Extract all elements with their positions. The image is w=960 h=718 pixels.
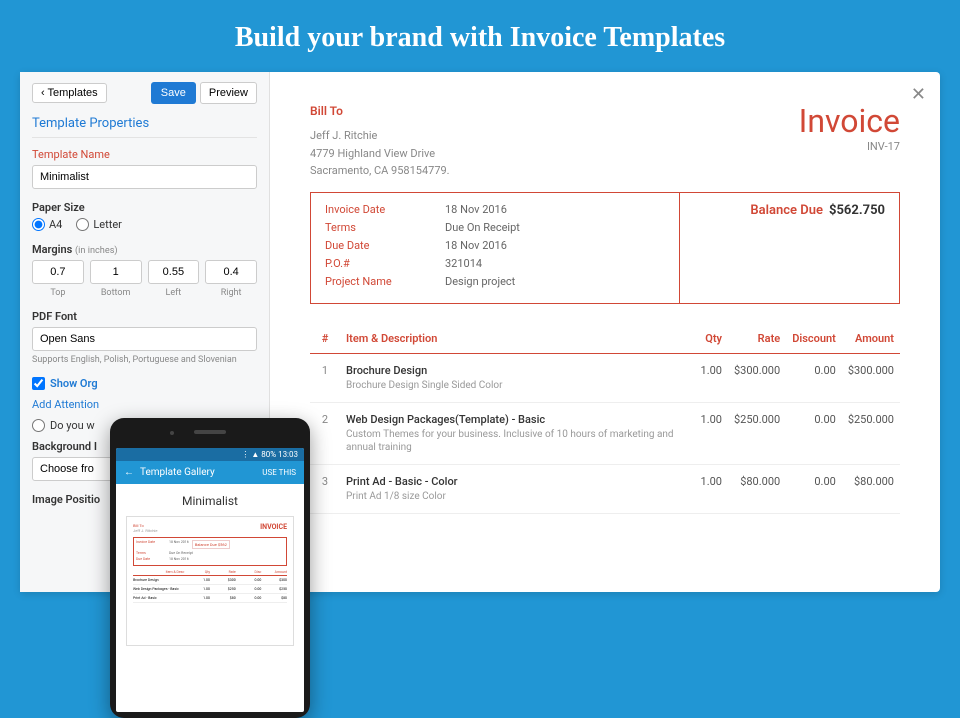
- template-name-input[interactable]: [32, 165, 257, 189]
- table-row: 1 Brochure DesignBrochure Design Single …: [310, 353, 900, 402]
- preview-button[interactable]: Preview: [200, 82, 257, 104]
- paper-a4-radio[interactable]: [32, 218, 45, 231]
- phone-invoice-thumb[interactable]: Bill ToJeff J. Ritchie INVOICE Invoice D…: [126, 516, 294, 646]
- pdf-font-helper: Supports English, Polish, Portuguese and…: [32, 355, 257, 367]
- phone-app-bar: ← Template Gallery USE THIS: [116, 461, 304, 484]
- bill-to-block: Bill To Jeff J. Ritchie 4779 Highland Vi…: [310, 102, 450, 180]
- table-row: 2 Web Design Packages(Template) - BasicC…: [310, 402, 900, 464]
- margin-left-input[interactable]: [148, 260, 200, 284]
- invoice-meta: Invoice Date18 Nov 2016 TermsDue On Rece…: [310, 192, 900, 304]
- items-table: # Item & Description Qty Rate Discount A…: [310, 324, 900, 514]
- invoice-title-block: Invoice INV-17: [799, 102, 900, 153]
- phone-status-bar: ⋮ ▲ 80% 13:03: [116, 448, 304, 461]
- margins-label: Margins (in inches): [32, 243, 257, 256]
- hero-title: Build your brand with Invoice Templates: [0, 0, 960, 72]
- back-button[interactable]: ‹ Templates: [32, 83, 107, 103]
- paper-size-label: Paper Size: [32, 201, 257, 214]
- margin-bottom-input[interactable]: [90, 260, 142, 284]
- phone-template-name: Minimalist: [126, 494, 294, 508]
- phone-mockup: ⋮ ▲ 80% 13:03 ← Template Gallery USE THI…: [110, 418, 310, 718]
- paper-letter-option[interactable]: Letter: [76, 218, 122, 231]
- use-this-button[interactable]: USE THIS: [262, 468, 296, 477]
- do-you-radio[interactable]: [32, 419, 45, 432]
- paper-letter-radio[interactable]: [76, 218, 89, 231]
- phone-app-title: Template Gallery: [140, 467, 215, 478]
- margin-right-input[interactable]: [205, 260, 257, 284]
- close-icon[interactable]: ✕: [911, 84, 926, 105]
- pdf-font-select[interactable]: [32, 327, 257, 351]
- modal-card: ✕ ‹ Templates Save Preview Template Prop…: [20, 72, 940, 592]
- paper-a4-option[interactable]: A4: [32, 218, 62, 231]
- template-name-label: Template Name: [32, 148, 257, 161]
- margin-top-input[interactable]: [32, 260, 84, 284]
- back-arrow-icon[interactable]: ←: [124, 467, 134, 478]
- add-attention-link[interactable]: Add Attention: [32, 398, 257, 411]
- section-title: Template Properties: [32, 116, 257, 138]
- save-button[interactable]: Save: [151, 82, 196, 104]
- pdf-font-label: PDF Font: [32, 310, 257, 323]
- invoice-preview: Bill To Jeff J. Ritchie 4779 Highland Vi…: [270, 72, 940, 592]
- show-org-checkbox[interactable]: [32, 377, 45, 390]
- table-row: 3 Print Ad - Basic - ColorPrint Ad 1/8 s…: [310, 464, 900, 513]
